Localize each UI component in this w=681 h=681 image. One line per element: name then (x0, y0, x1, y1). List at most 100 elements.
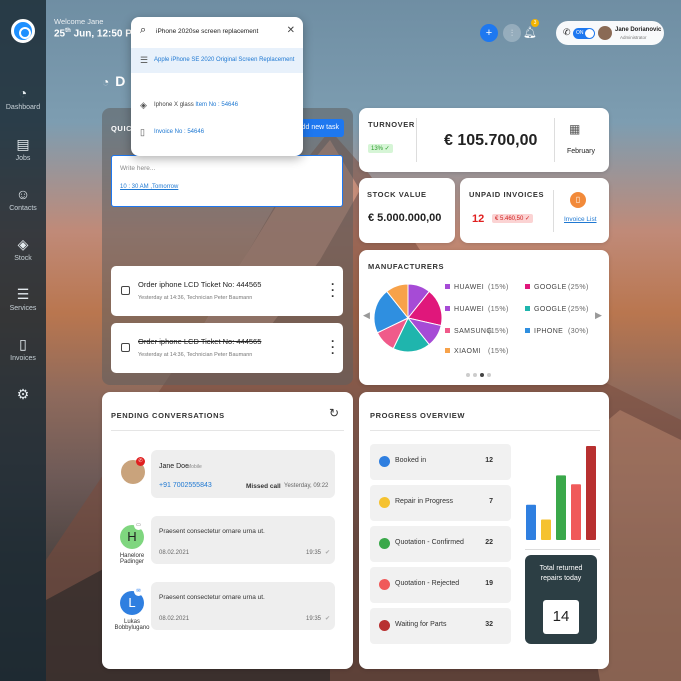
status-dot (379, 538, 390, 549)
contacts-icon: ☺ (15, 186, 31, 202)
legend-label: SAMSUNG (454, 328, 493, 335)
phone-number-link[interactable]: +91 7002555843 (159, 482, 212, 489)
search-result[interactable]: ☰ Apple iPhone SE 2020 Original Screen Re… (131, 48, 303, 73)
bar-waiting-for-parts[interactable] (586, 446, 596, 540)
month-selector[interactable]: February (567, 148, 595, 155)
call-time: Yesterday, 09:22 (284, 483, 329, 489)
conversation-item[interactable]: Praesent consectetur ornare urna ut. 08.… (151, 582, 335, 630)
user-pill[interactable]: ✆ ON Jane Dorianovic Administrator (556, 21, 664, 45)
legend-label: HUAWEI (454, 306, 485, 313)
task-item: Order iphone LCD Ticket No: 444565 Yeste… (111, 266, 343, 316)
sidebar-item-label: Contacts (9, 205, 37, 212)
search-input[interactable]: iPhone 2020se screen replacement (156, 28, 258, 35)
close-icon[interactable]: ✕ (287, 25, 295, 36)
bell-icon: 🔔︎ (523, 27, 537, 39)
chevron-left-icon[interactable]: ◀ (363, 310, 370, 321)
search-result[interactable]: ◈ Iphone X glass Item No : 54646 (131, 93, 303, 118)
pending-conversations-card: PENDING CONVERSATIONS ↻ ✆ Jane Doe Mobil… (102, 392, 353, 669)
refresh-icon[interactable]: ↻ (329, 406, 339, 420)
more-options-icon[interactable]: · · · (331, 335, 335, 359)
call-status: Missed call (246, 483, 281, 490)
sidebar-item-services[interactable]: ☰ Services (0, 286, 46, 312)
legend-item: IPHONE (30%) (525, 328, 588, 335)
availability-toggle[interactable]: ON (573, 28, 595, 39)
legend-percent: (25%) (568, 306, 589, 313)
task-subtitle: Yesterday at 14:36, Technician Peter Bau… (138, 295, 253, 301)
add-button[interactable]: + (480, 24, 498, 42)
bar-quotation-rejected[interactable] (571, 484, 581, 540)
manufacturers-title: MANUFACTURERS (368, 262, 445, 271)
bar-repair-in-progress[interactable] (541, 519, 551, 540)
task-checkbox[interactable] (121, 343, 130, 352)
status-dot (379, 497, 390, 508)
settings-button[interactable]: ⚙ (0, 386, 46, 402)
conversation-item[interactable]: Jane Doe Mobile +91 7002555843 Missed ca… (151, 450, 335, 498)
progress-label: Booked in (395, 457, 427, 464)
sidebar-item-jobs[interactable]: ▤ Jobs (0, 136, 46, 162)
gear-icon: ⚙ (16, 386, 30, 402)
progress-row-booked-in[interactable]: Booked in 12 (370, 444, 511, 480)
sidebar: ◔ Dashboard ▤ Jobs ☺ Contacts ◈ Stock ☰ … (0, 0, 46, 681)
legend-percent: (15%) (488, 284, 509, 291)
unpaid-amount-badge: € 5.460,50 ✓ (492, 214, 534, 223)
app-logo-icon[interactable] (11, 19, 35, 43)
progress-row-repair-in-progress[interactable]: Repair in Progress 7 (370, 485, 511, 521)
manufacturers-pie-chart (373, 283, 443, 353)
sidebar-item-invoices[interactable]: ▯ Invoices (0, 336, 46, 362)
sidebar-item-stock[interactable]: ◈ Stock (0, 236, 46, 262)
progress-row-waiting-for-parts[interactable]: Waiting for Parts 32 (370, 608, 511, 644)
returned-repairs-label: Total returned repairs today (539, 565, 583, 582)
legend-swatch (525, 328, 530, 333)
filter-button[interactable]: ⫶ (503, 24, 521, 42)
carousel-dots[interactable] (466, 370, 491, 379)
reminder-time-link[interactable]: 10 : 30 AM ,Tomorrow (120, 184, 178, 190)
sidebar-item-label: Invoices (10, 355, 36, 362)
progress-row-quotation-rejected[interactable]: Quotation - Rejected 19 (370, 567, 511, 603)
conversation-item[interactable]: Praesent consectetur ornare urna ut. 08.… (151, 516, 335, 564)
task-checkbox[interactable] (121, 286, 130, 295)
divider (553, 190, 554, 232)
task-input-placeholder: Write here... (120, 165, 156, 172)
user-role: Administrator (620, 35, 647, 40)
chevron-right-icon[interactable]: ▶ (595, 310, 602, 321)
sidebar-item-dashboard[interactable]: ◔ Dashboard (0, 85, 46, 111)
invoices-icon: ▯ (19, 336, 27, 352)
sidebar-item-contacts[interactable]: ☺ Contacts (0, 186, 46, 212)
invoice-list-link[interactable]: Invoice List (564, 216, 597, 223)
message-date: 08.02.2021 (159, 616, 190, 622)
stock-icon: ◈ (17, 236, 29, 252)
calendar-icon[interactable]: ▦ (569, 122, 580, 136)
legend-swatch (525, 284, 530, 289)
page-title: ◔ D (102, 73, 125, 89)
divider (370, 430, 600, 431)
search-icon: ⌕ (140, 24, 147, 36)
progress-row-quotation-confirmed[interactable]: Quotation - Confirmed 22 (370, 526, 511, 562)
progress-label: Quotation - Rejected (395, 580, 460, 587)
task-title: Order iphone LCD Ticket No: 444565 (138, 337, 262, 346)
message-preview: Praesent consectetur ornare urna ut. (159, 594, 265, 601)
task-input[interactable]: Write here... 10 : 30 AM ,Tomorrow (111, 155, 343, 207)
missed-call-icon: ✆ (136, 457, 145, 466)
legend-label: XIAOMI (454, 348, 481, 355)
legend-percent: (30%) (568, 328, 589, 335)
returned-repairs-box: Total returned repairs today 14 (525, 555, 597, 644)
divider (111, 430, 344, 431)
avatar[interactable] (598, 26, 612, 40)
welcome-text: Welcome Jane (54, 17, 104, 26)
bar-quotation-confirmed[interactable] (556, 475, 566, 540)
progress-label: Repair in Progress (395, 498, 453, 505)
email-icon: ✉ (134, 587, 143, 596)
services-icon: ☰ (16, 286, 30, 302)
search-result-extra: Item No : 54646 (195, 102, 239, 108)
progress-count: 32 (485, 621, 493, 628)
jobs-icon: ▤ (16, 136, 30, 152)
search-result[interactable]: ▯ Invoice No : 54646 (131, 120, 303, 145)
search-dropdown: ⌕ iPhone 2020se screen replacement ✕ ☰ Ap… (131, 17, 303, 156)
contact-name: Lukas Bobbylugano (114, 619, 150, 631)
progress-count: 22 (485, 539, 493, 546)
more-options-icon[interactable]: · · · (331, 278, 335, 302)
unpaid-amount: € 5.460,50 (495, 216, 524, 222)
toggle-knob (585, 29, 594, 38)
progress-title: PROGRESS OVERVIEW (370, 411, 466, 420)
bar-booked-in[interactable] (526, 504, 536, 540)
